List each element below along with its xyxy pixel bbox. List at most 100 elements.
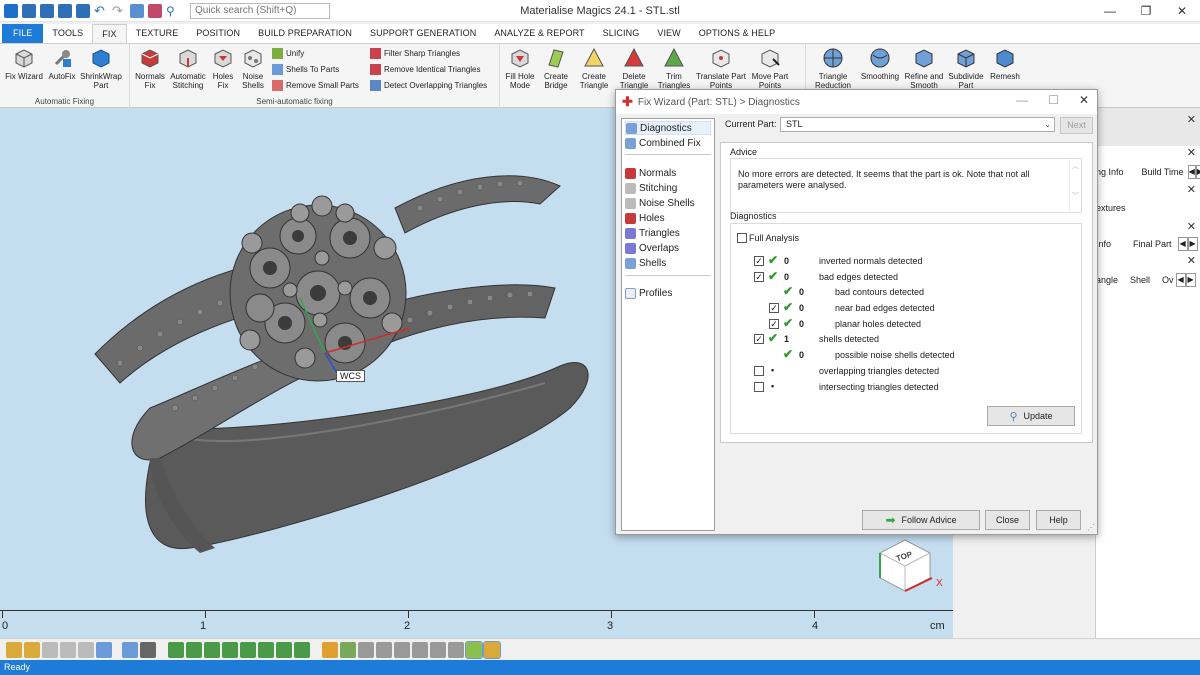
remove-small-parts-button[interactable]: Remove Small Parts (272, 78, 362, 93)
zoom-fit-icon[interactable] (42, 641, 58, 658)
scroll-up-icon[interactable]: ︿ (1070, 161, 1081, 171)
planar-holes-checkbox[interactable]: ✓ (769, 319, 779, 329)
tab-view[interactable]: VIEW (648, 24, 689, 43)
help-button[interactable]: Help (1036, 510, 1081, 530)
nav-triangles[interactable]: Triangles (625, 226, 680, 240)
scroll-left-icon[interactable]: ◀ (1177, 237, 1188, 251)
panel-close-icon[interactable]: ✕ (1187, 220, 1196, 233)
unify-button[interactable]: Unify (272, 46, 362, 61)
tab-tools[interactable]: TOOLS (43, 24, 92, 43)
maximize-icon[interactable]: ❐ (1128, 0, 1164, 22)
mark-triangle-icon[interactable] (168, 641, 184, 658)
rotate-icon[interactable] (78, 641, 94, 658)
expand-mark-icon[interactable] (394, 641, 410, 658)
next-button[interactable]: Next (1060, 117, 1093, 134)
panel-close-icon[interactable]: ✕ (1187, 254, 1196, 267)
nav-shells[interactable]: Shells (625, 256, 666, 270)
view-cube-icon[interactable] (96, 641, 112, 658)
wireframe-view-icon[interactable] (140, 641, 156, 658)
scroll-left-icon[interactable]: ◀ (1175, 273, 1186, 287)
redo-icon[interactable]: ↷ (112, 3, 126, 18)
near-bad-edges-checkbox[interactable]: ✓ (769, 303, 779, 313)
shrink-mark-icon[interactable] (412, 641, 428, 658)
shells-checkbox[interactable]: ✓ (754, 334, 764, 344)
tab-build-preparation[interactable]: BUILD PREPARATION (249, 24, 361, 43)
nav-overlaps[interactable]: Overlaps (625, 241, 679, 255)
select-part-icon[interactable] (130, 3, 144, 18)
quick-search-input[interactable] (190, 2, 330, 19)
scroll-down-icon[interactable]: ﹀ (1070, 191, 1081, 201)
advice-scrollbar[interactable]: ︿ ﹀ (1069, 159, 1081, 212)
active-triangle-icon[interactable] (465, 640, 483, 659)
create-triangle-button[interactable]: Create Triangle (574, 44, 614, 108)
fill-hole-mode-button[interactable]: Fill Hole Mode (502, 44, 538, 108)
mark-shell-icon[interactable] (222, 641, 238, 658)
zoom-icon[interactable] (6, 641, 22, 658)
current-part-select[interactable]: STL ⌄ (780, 117, 1055, 132)
tab-support-generation[interactable]: SUPPORT GENERATION (361, 24, 485, 43)
zoom-window-icon[interactable] (24, 641, 40, 658)
inverted-normals-checkbox[interactable]: ✓ (754, 256, 764, 266)
nav-profiles[interactable]: Profiles (625, 286, 672, 300)
tab-texture[interactable]: TEXTURE (127, 24, 188, 43)
nav-holes[interactable]: Holes (625, 211, 665, 225)
minimize-icon[interactable]: — (1092, 0, 1128, 22)
nav-normals[interactable]: Normals (625, 166, 676, 180)
mark-contour-icon[interactable] (240, 641, 256, 658)
tab-file[interactable]: FILE (2, 24, 44, 43)
tab-slicing[interactable]: SLICING (594, 24, 649, 43)
tab-fix[interactable]: FIX (92, 24, 127, 43)
create-bridge-button[interactable]: Create Bridge (538, 44, 574, 108)
deselect-part-icon[interactable] (148, 3, 162, 18)
nav-combined-fix[interactable]: Combined Fix (625, 136, 701, 150)
mark-edge-icon[interactable] (448, 641, 464, 658)
mark-brush-icon[interactable] (276, 641, 292, 658)
resize-grip-icon[interactable]: ⋰ (1087, 523, 1095, 532)
filter-sharp-triangles-button[interactable]: Filter Sharp Triangles (370, 46, 492, 61)
active-triangle-alt-icon[interactable] (483, 640, 501, 659)
intersecting-triangles-checkbox[interactable] (754, 382, 764, 392)
remove-identical-triangles-button[interactable]: Remove Identical Triangles (370, 62, 492, 77)
shaded-view-icon[interactable] (122, 641, 138, 658)
panel-close-icon[interactable]: ✕ (1187, 146, 1196, 159)
update-button[interactable]: ⚲ Update (987, 406, 1075, 426)
scroll-left-icon[interactable]: ◀ (1187, 165, 1196, 179)
new-file-icon[interactable] (22, 3, 36, 18)
panel-close-icon[interactable]: ✕ (1187, 113, 1196, 126)
nav-noise-shells[interactable]: Noise Shells (625, 196, 695, 210)
dialog-close-icon[interactable]: ✕ (1079, 93, 1089, 107)
pan-icon[interactable] (60, 641, 76, 658)
save-icon[interactable] (40, 3, 54, 18)
mark-all-icon[interactable] (294, 641, 310, 658)
save-as-icon[interactable] (58, 3, 72, 18)
mark-surface-icon[interactable] (204, 641, 220, 658)
mark-plane-icon[interactable] (186, 641, 202, 658)
overlapping-triangles-checkbox[interactable] (754, 366, 764, 376)
full-analysis-checkbox[interactable] (737, 233, 747, 243)
panel-close-icon[interactable]: ✕ (1187, 183, 1196, 196)
scroll-right-icon[interactable]: ▶ (1195, 165, 1200, 179)
dialog-maximize-icon[interactable]: ☐ (1048, 93, 1059, 107)
follow-advice-button[interactable]: ➡ Follow Advice (862, 510, 980, 530)
part-select-icon[interactable] (322, 641, 338, 658)
mark-normal-icon[interactable] (430, 641, 446, 658)
shells-to-parts-button[interactable]: Shells To Parts (272, 62, 362, 77)
unmark-icon[interactable] (358, 641, 374, 658)
tab-analyze-report[interactable]: ANALYZE & REPORT (485, 24, 593, 43)
mark-loop-icon[interactable] (258, 641, 274, 658)
view-cube[interactable] (879, 539, 933, 592)
nav-stitching[interactable]: Stitching (625, 181, 677, 195)
bad-edges-checkbox[interactable]: ✓ (754, 272, 764, 282)
invert-mark-icon[interactable] (376, 641, 392, 658)
detect-overlapping-triangles-button[interactable]: Detect Overlapping Triangles (370, 78, 492, 93)
scroll-right-icon[interactable]: ▶ (1185, 273, 1196, 287)
close-icon[interactable]: ✕ (1164, 0, 1200, 22)
triangle-mode-icon[interactable] (340, 641, 356, 658)
tab-position[interactable]: POSITION (187, 24, 249, 43)
nav-diagnostics[interactable]: Diagnostics (625, 121, 711, 135)
save-all-icon[interactable] (76, 3, 90, 18)
tab-options-help[interactable]: OPTIONS & HELP (690, 24, 784, 43)
close-button[interactable]: Close (985, 510, 1030, 530)
scroll-right-icon[interactable]: ▶ (1187, 237, 1198, 251)
undo-icon[interactable]: ↶ (94, 3, 108, 18)
